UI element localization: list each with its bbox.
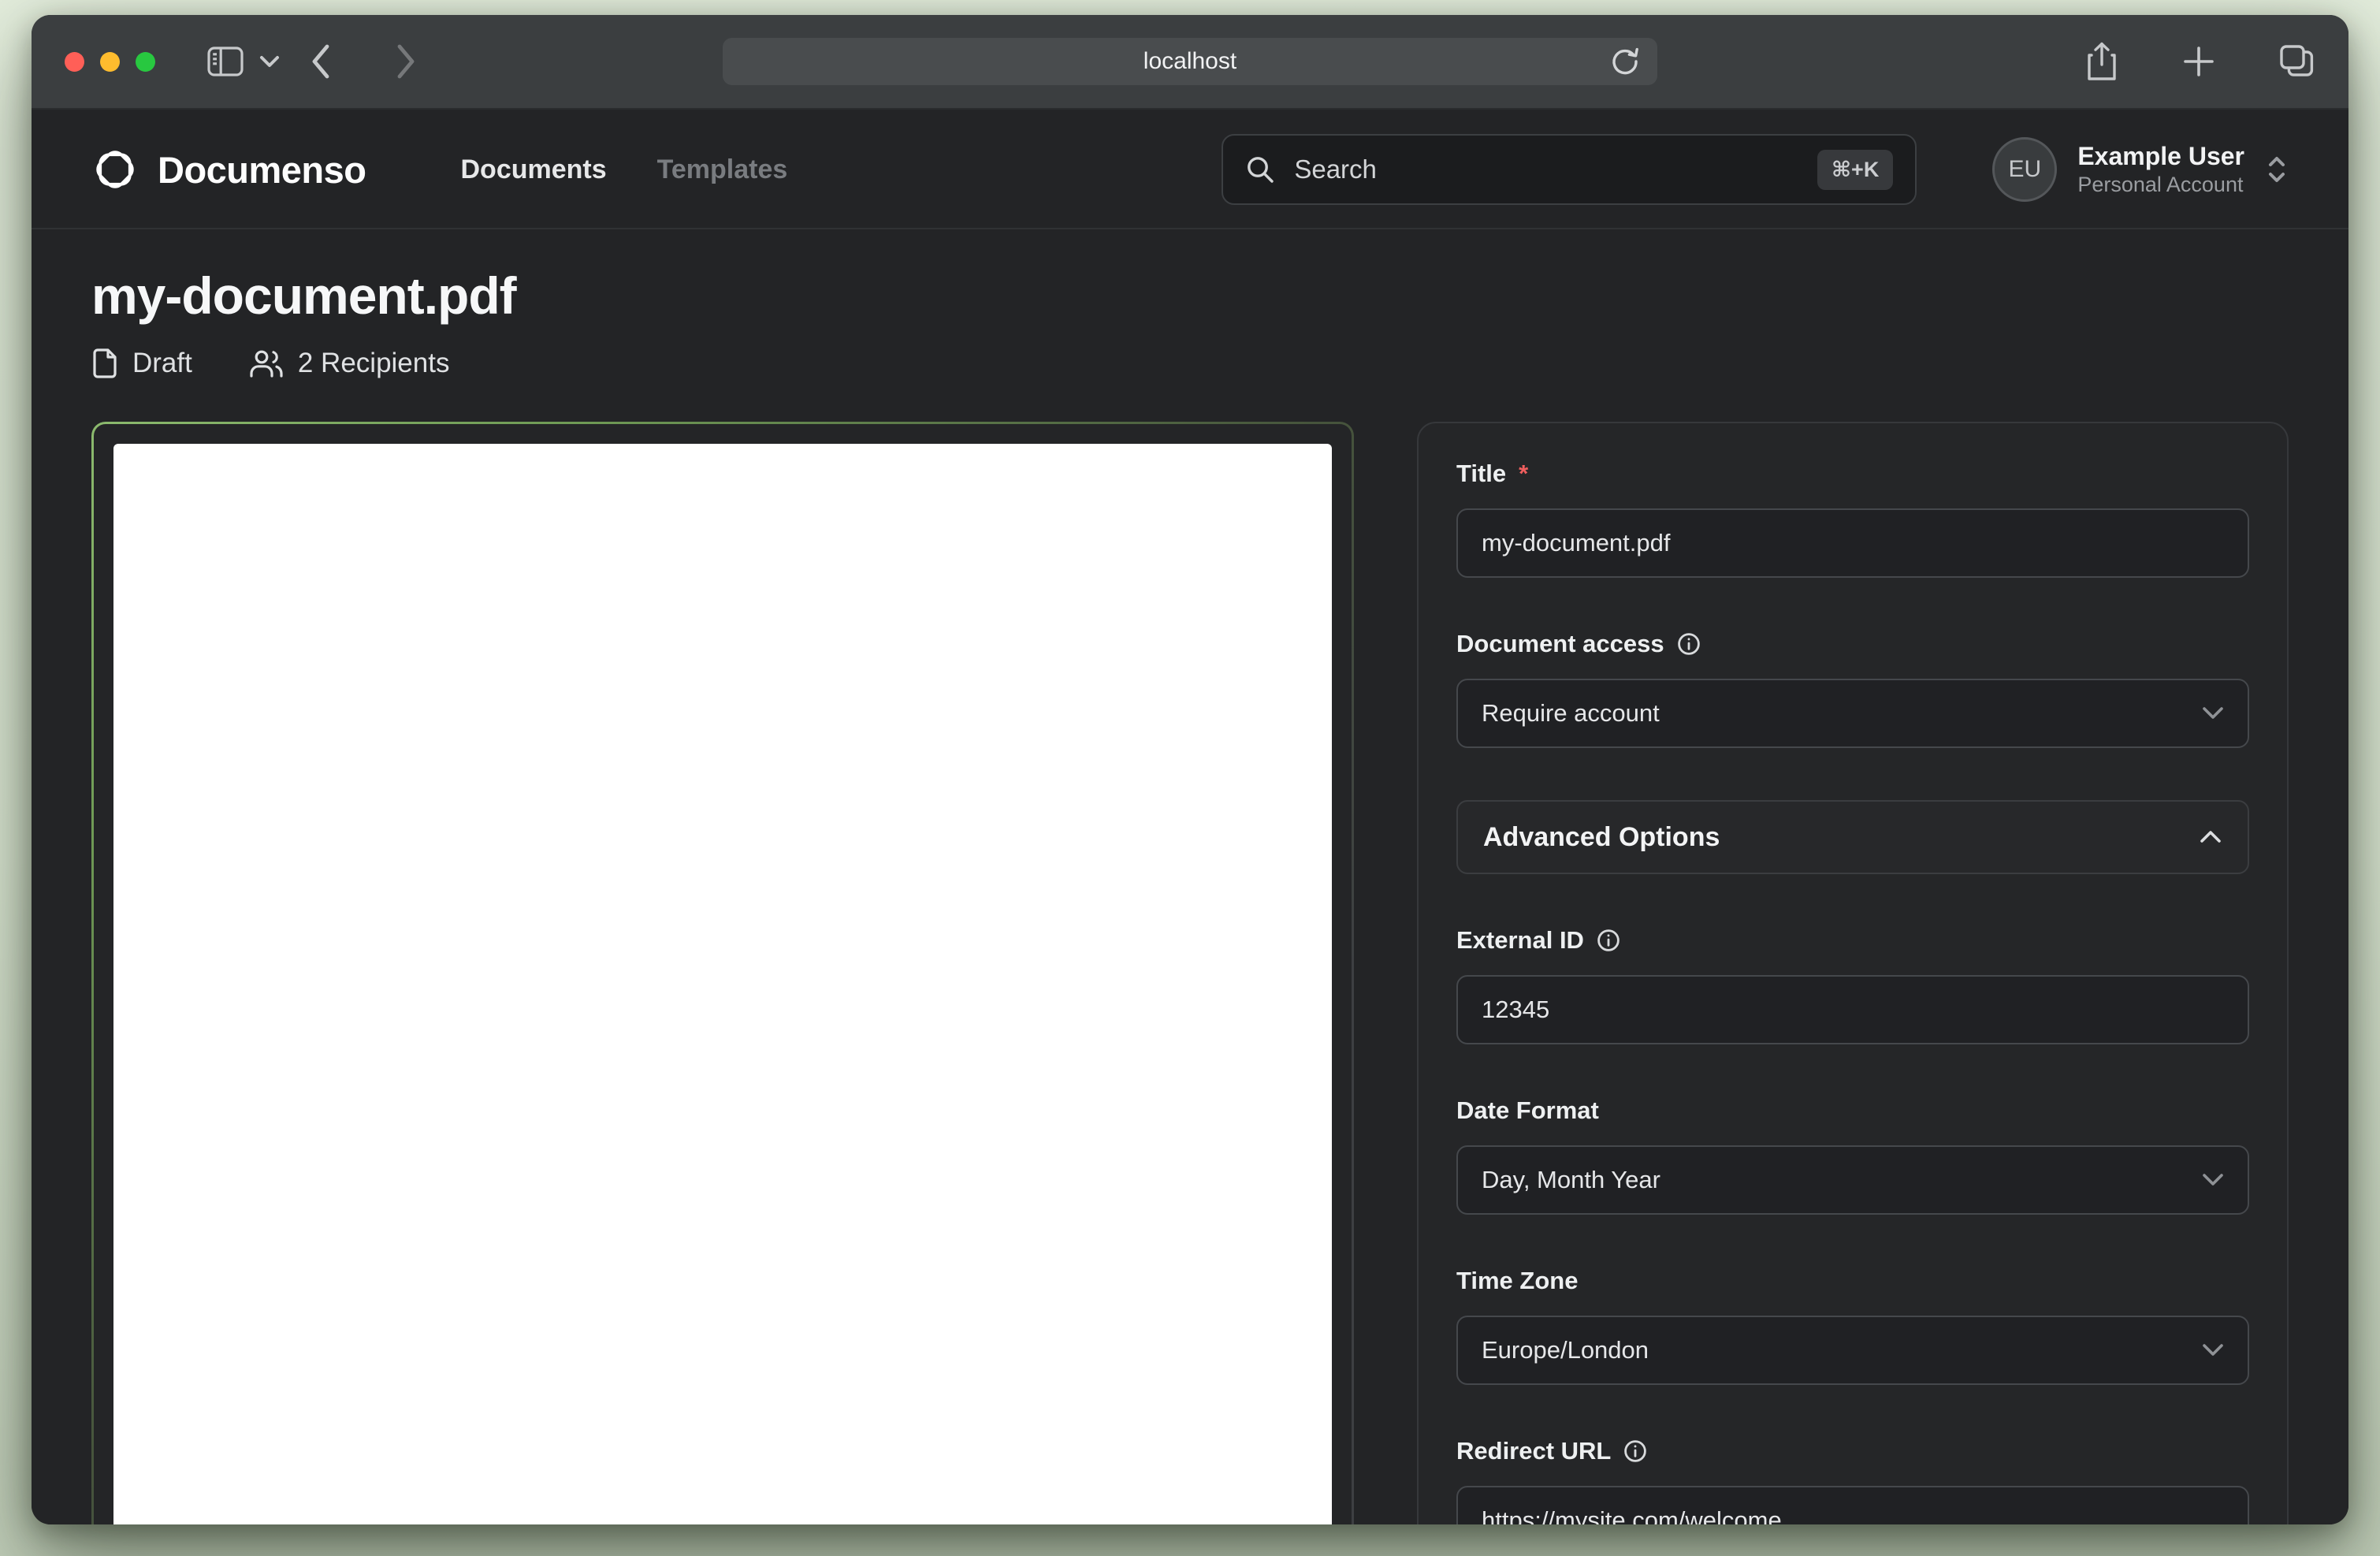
chevron-down-icon [2202,706,2224,720]
title-input[interactable] [1456,508,2249,578]
time-zone-group: Time Zone Europe/London [1456,1267,2249,1385]
traffic-lights [65,52,155,72]
window-close-button[interactable] [65,52,84,72]
time-zone-label: Time Zone [1456,1267,1578,1295]
account-subtitle: Personal Account [2077,172,2244,199]
sidebar-menu-button[interactable] [259,54,280,69]
external-id-input[interactable] [1456,975,2249,1044]
file-icon [91,348,118,379]
advanced-options-label: Advanced Options [1483,822,1720,853]
address-bar[interactable]: localhost [723,38,1657,85]
status-label: Draft [132,348,192,379]
app-header: Documenso Documents Templates Search ⌘+K… [32,111,2348,229]
account-menu[interactable]: EU Example User Personal Account [1992,137,2289,202]
plus-icon [2181,44,2216,79]
time-zone-value: Europe/London [1482,1336,1649,1364]
chevron-right-icon [392,42,418,81]
time-zone-select[interactable]: Europe/London [1456,1316,2249,1385]
nav-templates[interactable]: Templates [657,154,788,185]
date-format-group: Date Format Day, Month Year [1456,1096,2249,1215]
chevrons-up-down-icon [2265,154,2289,185]
sidebar-icon [207,46,244,77]
search-input[interactable]: Search ⌘+K [1222,134,1917,205]
browser-window: localhost [32,15,2348,1524]
document-meta-row: Draft 2 Recipients [91,348,2289,379]
back-button[interactable] [308,42,335,81]
nav-documents[interactable]: Documents [461,154,607,185]
share-button[interactable] [2085,41,2118,82]
chevron-down-icon [2202,1173,2224,1187]
search-icon [1245,154,1275,184]
sidebar-toggle-button[interactable] [207,46,244,77]
redirect-url-group: Redirect URL [1456,1437,2249,1524]
date-format-value: Day, Month Year [1482,1166,1660,1194]
document-access-value: Require account [1482,699,1660,728]
chevron-left-icon [308,42,335,81]
search-placeholder: Search [1294,154,1377,184]
window-zoom-button[interactable] [136,52,155,72]
search-shortcut-badge: ⌘+K [1817,150,1893,190]
tab-overview-button[interactable] [2279,44,2315,79]
users-icon [249,348,284,378]
info-icon [1623,1439,1647,1463]
date-format-select[interactable]: Day, Month Year [1456,1145,2249,1215]
page-title: my-document.pdf [91,266,2289,326]
reload-icon [1610,46,1640,77]
share-icon [2085,41,2118,82]
reload-button[interactable] [1610,46,1640,77]
redirect-url-label: Redirect URL [1456,1437,1611,1465]
pdf-page[interactable] [113,444,1332,1524]
chevron-down-icon [259,54,280,69]
document-editor-page: my-document.pdf Draft [32,229,2348,1524]
document-settings-panel: Title * Document access [1417,422,2289,1524]
chevron-down-icon [2202,1343,2224,1357]
advanced-options-toggle[interactable]: Advanced Options [1456,800,2249,874]
browser-toolbar: localhost [32,15,2348,110]
document-access-select[interactable]: Require account [1456,679,2249,748]
status-badge: Draft [91,348,192,379]
required-asterisk: * [1519,460,1528,488]
main-nav: Documents Templates [461,154,788,185]
info-icon [1677,632,1701,656]
chevron-up-icon [2199,829,2222,845]
account-name: Example User [2077,140,2244,172]
info-icon [1597,929,1620,952]
forward-button[interactable] [392,42,418,81]
brand-name[interactable]: Documenso [158,148,366,192]
title-field-label: Title [1456,460,1506,488]
pdf-preview-card [91,422,1354,1524]
redirect-url-input[interactable] [1456,1486,2249,1524]
address-bar-url: localhost [1144,48,1236,75]
title-field-group: Title * [1456,460,2249,578]
avatar-initials: EU [2008,156,2041,183]
document-access-label: Document access [1456,630,1664,658]
external-id-label: External ID [1456,926,1584,955]
window-minimize-button[interactable] [100,52,120,72]
tabs-icon [2279,44,2315,79]
avatar: EU [1992,137,2057,202]
recipients-label: 2 Recipients [298,348,450,379]
recipients-badge: 2 Recipients [249,348,450,379]
new-tab-button[interactable] [2181,44,2216,79]
document-access-group: Document access Require account [1456,630,2249,748]
external-id-group: External ID [1456,926,2249,1044]
date-format-label: Date Format [1456,1096,1599,1125]
app-root: Documenso Documents Templates Search ⌘+K… [32,111,2348,1524]
documenso-logo-icon[interactable] [91,146,139,193]
